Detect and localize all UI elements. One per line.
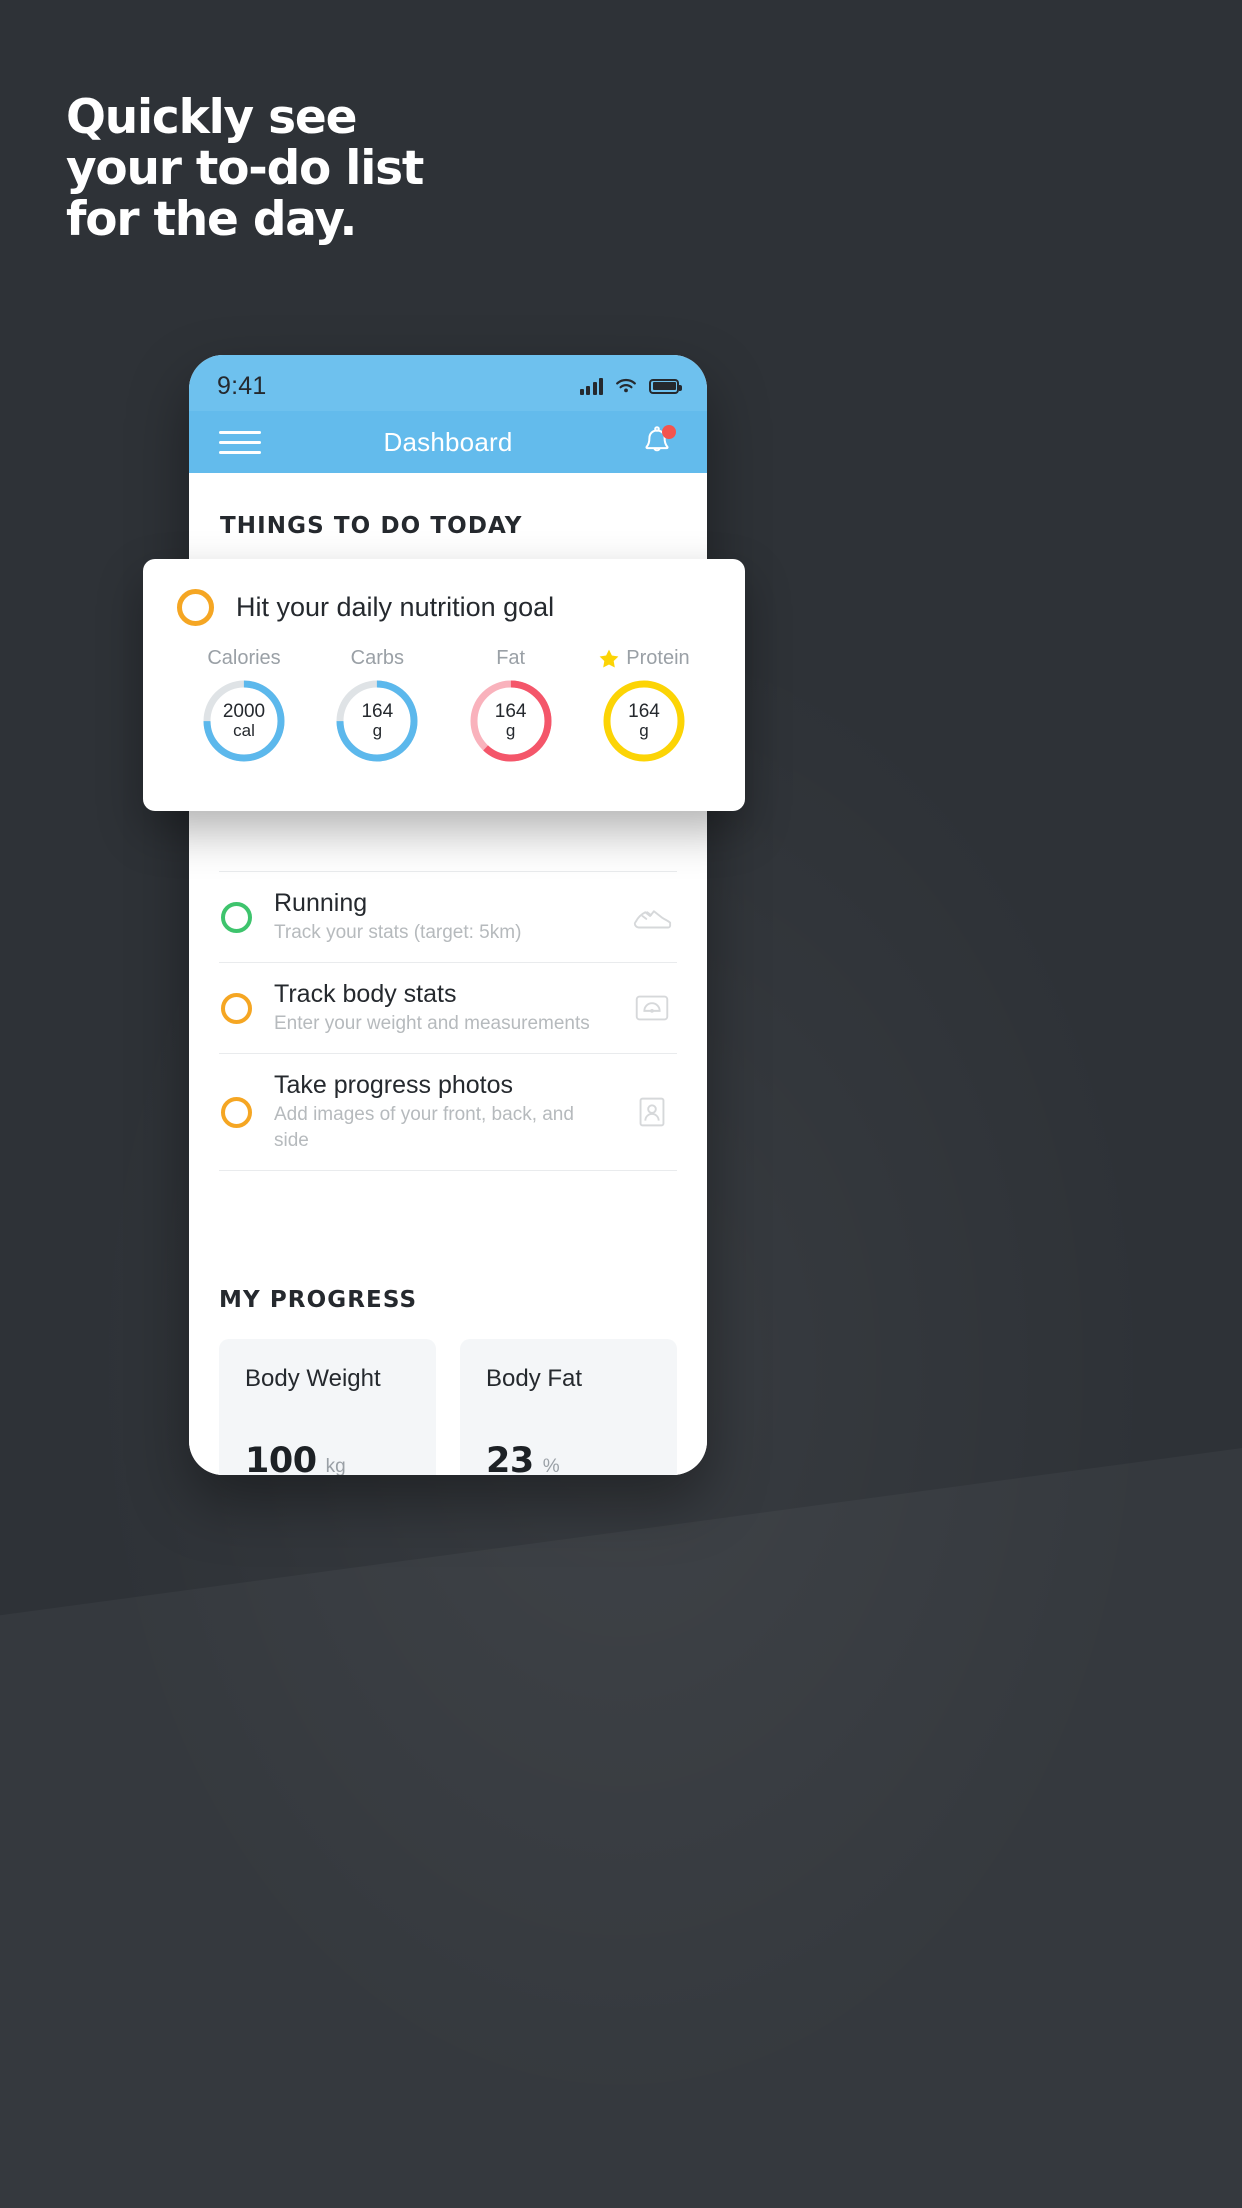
macro-unit: g bbox=[505, 721, 516, 740]
stat-unit: % bbox=[542, 1456, 560, 1475]
task-checkbox-icon[interactable] bbox=[177, 589, 214, 626]
nutrition-goal-card[interactable]: Hit your daily nutrition goal Calories 2… bbox=[143, 559, 745, 811]
macro-value: 164 bbox=[494, 701, 527, 722]
macro-center: 164 g bbox=[333, 677, 421, 765]
hamburger-menu-icon[interactable] bbox=[219, 430, 261, 454]
macro-value: 164 bbox=[361, 701, 394, 722]
stat-value-row: 23 % bbox=[486, 1441, 560, 1475]
macro-value: 2000 bbox=[222, 701, 266, 722]
stat-label: Body Fat bbox=[486, 1365, 583, 1392]
promo-headline: Quickly see your to-do list for the day. bbox=[66, 90, 424, 247]
macro-label-wrap: Carbs bbox=[316, 647, 438, 670]
macro-unit: cal bbox=[233, 721, 255, 740]
task-row[interactable]: Take progress photos Add images of your … bbox=[219, 1054, 677, 1171]
stat-unit: kg bbox=[325, 1456, 346, 1475]
weight-scale-icon bbox=[635, 995, 669, 1021]
task-row[interactable]: Running Track your stats (target: 5km) bbox=[219, 871, 677, 963]
task-checkbox-icon[interactable] bbox=[221, 901, 252, 933]
wifi-icon bbox=[616, 378, 636, 393]
task-checkbox-icon[interactable] bbox=[221, 992, 252, 1024]
macro-label-wrap: Fat bbox=[450, 647, 572, 670]
notification-bell-button[interactable] bbox=[637, 422, 677, 462]
macro-donut: 164 g bbox=[333, 677, 421, 765]
macro-center: 2000 cal bbox=[200, 677, 288, 765]
macro-label: Calories bbox=[207, 647, 281, 669]
macro-protein[interactable]: Protein 164 g bbox=[583, 647, 705, 765]
battery-icon bbox=[649, 378, 682, 394]
task-text: Track body stats Enter your weight and m… bbox=[274, 979, 609, 1037]
macro-value: 164 bbox=[628, 701, 660, 722]
page-title: Dashboard bbox=[383, 426, 513, 457]
running-shoe-icon bbox=[633, 910, 672, 929]
macro-fat[interactable]: Fat 164 g bbox=[450, 647, 572, 765]
status-icons bbox=[579, 377, 682, 395]
task-subtitle: Add images of your front, back, and side bbox=[274, 1104, 574, 1151]
task-text: Take progress photos Add images of your … bbox=[274, 1070, 609, 1154]
notification-badge bbox=[662, 425, 676, 439]
stat-value: 100 bbox=[245, 1441, 317, 1475]
status-bar: 9:41 bbox=[189, 355, 707, 411]
macro-list: Calories 2000 cal Carbs 164 g Fat 164 g … bbox=[177, 647, 711, 765]
macro-calories[interactable]: Calories 2000 cal bbox=[183, 647, 305, 765]
task-text: Running Track your stats (target: 5km) bbox=[274, 888, 609, 946]
macro-center: 164 g bbox=[600, 677, 688, 765]
stat-label: Body Weight bbox=[245, 1365, 381, 1392]
progress-section: MY PROGRESS Body Weight 100 kg Body Fat bbox=[189, 1287, 707, 1475]
macro-label-wrap: Calories bbox=[183, 647, 305, 670]
nav-bar: Dashboard bbox=[189, 411, 707, 473]
nutrition-card-title: Hit your daily nutrition goal bbox=[236, 592, 555, 622]
macro-label: Carbs bbox=[350, 647, 404, 669]
nutrition-card-header: Hit your daily nutrition goal bbox=[177, 589, 711, 626]
macro-carbs[interactable]: Carbs 164 g bbox=[316, 647, 438, 765]
progress-card-body-weight[interactable]: Body Weight 100 kg bbox=[219, 1339, 436, 1475]
macro-donut: 164 g bbox=[467, 677, 555, 765]
stat-value-row: 100 kg bbox=[245, 1441, 346, 1475]
macro-donut: 164 g bbox=[600, 677, 688, 765]
task-title: Running bbox=[274, 889, 368, 917]
status-time: 9:41 bbox=[217, 371, 267, 400]
macro-label-wrap: Protein bbox=[583, 647, 705, 670]
progress-card-body-fat[interactable]: Body Fat 23 % bbox=[460, 1339, 677, 1475]
my-progress-heading: MY PROGRESS bbox=[219, 1287, 418, 1313]
task-subtitle: Enter your weight and measurements bbox=[274, 1013, 590, 1034]
cellular-signal-icon bbox=[579, 377, 603, 395]
macro-label: Protein bbox=[626, 647, 690, 669]
task-subtitle: Track your stats (target: 5km) bbox=[274, 922, 522, 943]
things-to-do-heading: THINGS TO DO TODAY bbox=[220, 513, 523, 539]
macro-label: Fat bbox=[496, 647, 526, 669]
task-list: Running Track your stats (target: 5km) T… bbox=[189, 871, 707, 1171]
star-icon bbox=[599, 649, 619, 668]
portrait-photo-icon bbox=[639, 1097, 665, 1127]
task-checkbox-icon[interactable] bbox=[221, 1096, 252, 1128]
macro-unit: g bbox=[372, 721, 383, 740]
task-row[interactable]: Track body stats Enter your weight and m… bbox=[219, 963, 677, 1054]
progress-card-grid: Body Weight 100 kg Body Fat 23 % bbox=[219, 1339, 677, 1475]
task-title: Track body stats bbox=[274, 980, 457, 1008]
task-title: Take progress photos bbox=[274, 1071, 514, 1099]
macro-donut: 2000 cal bbox=[200, 677, 288, 765]
phone-mockup: 9:41 Dashboard THINGS TO DO TODAY Runnin… bbox=[189, 355, 707, 1475]
macro-center: 164 g bbox=[467, 677, 555, 765]
stat-value: 23 bbox=[486, 1441, 534, 1475]
macro-unit: g bbox=[639, 721, 649, 740]
